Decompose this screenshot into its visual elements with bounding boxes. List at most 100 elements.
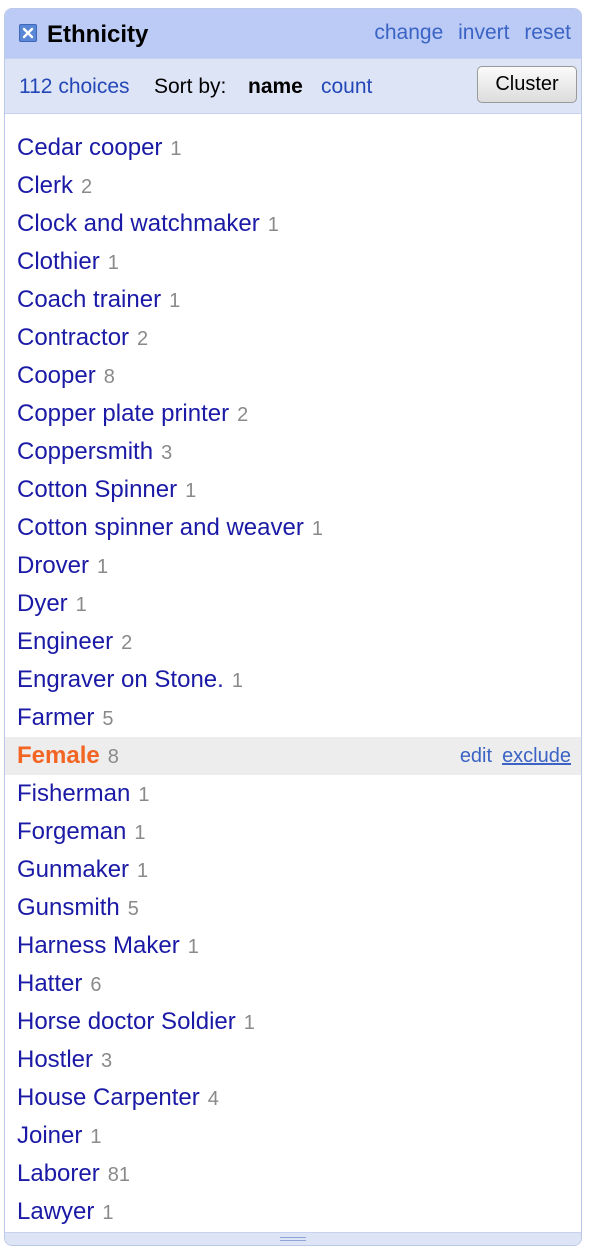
choice-count: 1 (107, 252, 119, 274)
choice-count: 5 (127, 898, 139, 920)
choice-row[interactable]: Gunsmith 5 (5, 889, 581, 927)
facet-controls-bar: 112 choices Sort by: name count Cluster (5, 58, 581, 114)
choice-row[interactable]: Fisherman 1 (5, 775, 581, 813)
change-link[interactable]: change (374, 21, 443, 44)
choice-count: 1 (97, 556, 109, 578)
choice-label[interactable]: Hostler (17, 1046, 93, 1073)
choice-count: 6 (90, 974, 102, 996)
choice-row[interactable]: Cotton spinner and weaver 1 (5, 509, 581, 547)
choice-row[interactable]: Horse doctor Soldier 1 (5, 1003, 581, 1041)
choice-row-selected[interactable]: Female 8 edit exclude (5, 737, 581, 775)
facet-title-actions: change invert reset (365, 21, 571, 45)
choice-count: 1 (75, 594, 87, 616)
choice-row[interactable]: Forgeman 1 (5, 813, 581, 851)
choice-label[interactable]: Engraver on Stone. (17, 666, 224, 693)
reset-link[interactable]: reset (524, 21, 571, 44)
choice-count: 1 (134, 822, 146, 844)
choice-count: 1 (243, 1012, 255, 1034)
choice-row[interactable]: Engraver on Stone. 1 (5, 661, 581, 699)
facet-choice-list[interactable]: Cedar cooper 1 Clerk 2 Clock and watchmaker 1… (5, 114, 581, 1231)
choice-count: 2 (237, 404, 249, 426)
choice-count: 1 (90, 1126, 102, 1148)
choice-row[interactable]: Harness Maker 1 (5, 927, 581, 965)
choice-row[interactable]: Clothier 1 (5, 243, 581, 281)
choice-row[interactable]: Hatter 6 (5, 965, 581, 1003)
choice-label[interactable]: Dyer (17, 590, 68, 617)
choice-count: 1 (231, 670, 243, 692)
exclude-link[interactable]: exclude (502, 745, 571, 767)
facet-panel: Ethnicity change invert reset 112 choice… (4, 8, 582, 1246)
choices-count-link[interactable]: 112 choices (19, 75, 130, 99)
choice-label[interactable]: Clock and watchmaker (17, 210, 260, 237)
choice-count: 1 (187, 936, 199, 958)
choice-label[interactable]: Gunmaker (17, 856, 129, 883)
choice-row[interactable]: Gunmaker 1 (5, 851, 581, 889)
choice-count: 1 (102, 1202, 114, 1224)
choice-label[interactable]: Cooper (17, 362, 96, 389)
choice-row[interactable]: Hostler 3 (5, 1041, 581, 1079)
edit-link[interactable]: edit (460, 745, 492, 767)
choice-label[interactable]: Engineer (17, 628, 113, 655)
choice-label[interactable]: House Carpenter (17, 1084, 200, 1111)
choice-count: 1 (267, 214, 279, 236)
choice-row[interactable]: Coach trainer 1 (5, 281, 581, 319)
choice-actions: edit exclude (460, 737, 571, 775)
choice-count: 3 (161, 442, 173, 464)
sort-by-name-option[interactable]: name (248, 75, 303, 99)
choice-count: 4 (207, 1088, 219, 1110)
choice-row[interactable]: Dyer 1 (5, 585, 581, 623)
choice-row[interactable]: Clock and watchmaker 1 (5, 205, 581, 243)
choice-label[interactable]: Forgeman (17, 818, 126, 845)
choice-row[interactable]: Contractor 2 (5, 319, 581, 357)
choice-label[interactable]: Laborer (17, 1160, 100, 1187)
choice-label[interactable]: Female (17, 742, 100, 769)
choice-label[interactable]: Joiner (17, 1122, 82, 1149)
choice-row[interactable]: Joiner 1 (5, 1117, 581, 1155)
choice-count: 2 (137, 328, 149, 350)
choice-row[interactable]: Cotton Spinner 1 (5, 471, 581, 509)
facet-title-bar: Ethnicity change invert reset (5, 9, 581, 58)
invert-link[interactable]: invert (458, 21, 509, 44)
grip-icon (280, 1237, 306, 1241)
choice-row[interactable]: Drover 1 (5, 547, 581, 585)
choice-count: 5 (102, 708, 114, 730)
choice-count: 3 (101, 1050, 113, 1072)
sort-by-count-link[interactable]: count (321, 75, 372, 99)
choice-row[interactable]: House Carpenter 4 (5, 1079, 581, 1117)
choice-label[interactable]: Cotton spinner and weaver (17, 514, 304, 541)
choice-label[interactable]: Lawyer (17, 1198, 94, 1225)
facet-title: Ethnicity (47, 21, 149, 48)
choice-row[interactable]: Cooper 8 (5, 357, 581, 395)
choice-label[interactable]: Drover (17, 552, 89, 579)
choice-label[interactable]: Horse doctor Soldier (17, 1008, 236, 1035)
choice-label[interactable]: Fisherman (17, 780, 130, 807)
choice-count: 1 (311, 518, 323, 540)
choice-label[interactable]: Clothier (17, 248, 100, 275)
choice-row[interactable]: Clerk 2 (5, 167, 581, 205)
choice-label[interactable]: Copper plate printer (17, 400, 229, 427)
choice-row[interactable]: Farmer 5 (5, 699, 581, 737)
sort-by-label: Sort by: (154, 75, 227, 98)
choice-label[interactable]: Coppersmith (17, 438, 153, 465)
choice-count: 1 (137, 860, 149, 882)
choice-row[interactable]: Cedar cooper 1 (5, 129, 581, 167)
choice-row[interactable]: Laborer 81 (5, 1155, 581, 1193)
choice-count: 81 (107, 1164, 130, 1186)
choice-count: 1 (185, 480, 197, 502)
choice-row[interactable]: Coppersmith 3 (5, 433, 581, 471)
choice-label[interactable]: Contractor (17, 324, 129, 351)
choice-label[interactable]: Coach trainer (17, 286, 161, 313)
choice-label[interactable]: Harness Maker (17, 932, 180, 959)
choice-row[interactable]: Lawyer 1 (5, 1193, 581, 1231)
choice-label[interactable]: Clerk (17, 172, 73, 199)
choice-label[interactable]: Cotton Spinner (17, 476, 177, 503)
choice-label[interactable]: Farmer (17, 704, 94, 731)
cluster-button[interactable]: Cluster (477, 66, 577, 103)
choice-row[interactable]: Copper plate printer 2 (5, 395, 581, 433)
choice-label[interactable]: Cedar cooper (17, 134, 162, 161)
close-icon[interactable] (19, 24, 37, 42)
resize-handle[interactable] (5, 1232, 581, 1245)
choice-label[interactable]: Hatter (17, 970, 82, 997)
choice-label[interactable]: Gunsmith (17, 894, 120, 921)
choice-row[interactable]: Engineer 2 (5, 623, 581, 661)
